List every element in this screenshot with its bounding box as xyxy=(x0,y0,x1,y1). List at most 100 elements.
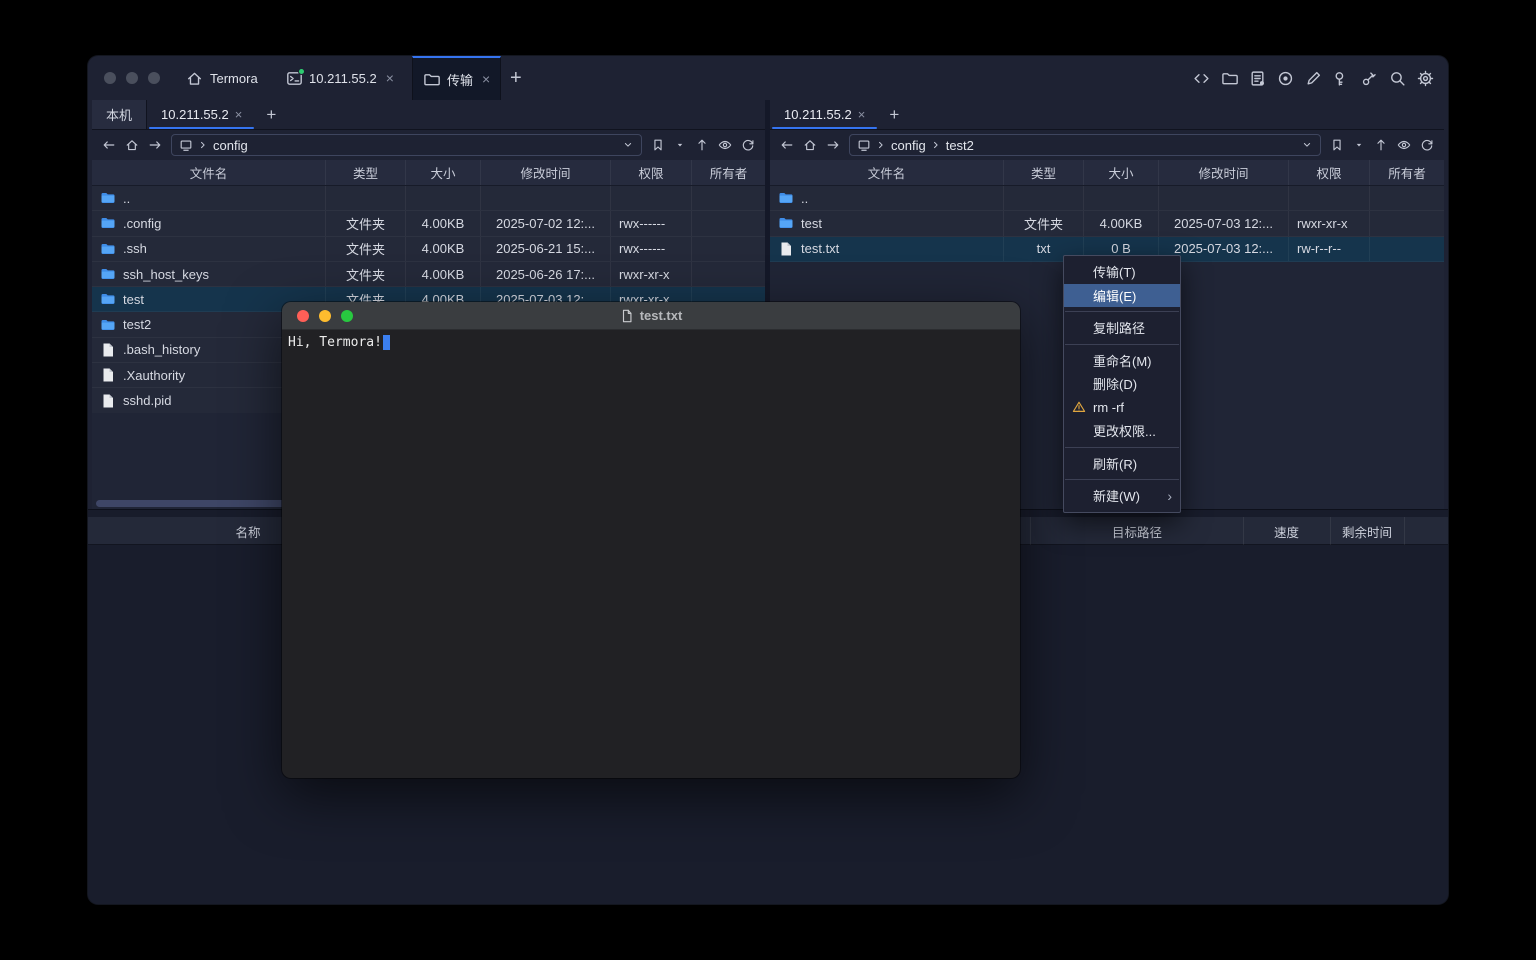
editor-titlebar[interactable]: test.txt xyxy=(282,302,1020,330)
tab-remote-host[interactable]: 10.211.55.2 × xyxy=(770,100,879,129)
file-row[interactable]: .. xyxy=(770,186,1444,211)
home-icon[interactable] xyxy=(125,138,139,152)
path-segment[interactable]: config xyxy=(213,138,248,153)
bookmark-icon[interactable] xyxy=(1330,138,1344,152)
upload-icon[interactable] xyxy=(1374,138,1388,152)
upload-icon[interactable] xyxy=(695,138,709,152)
search-icon[interactable] xyxy=(1389,70,1406,87)
close-icon[interactable]: × xyxy=(235,107,243,122)
folder-icon[interactable] xyxy=(1221,70,1238,87)
menu-item-refresh[interactable]: 刷新(R) xyxy=(1064,452,1180,476)
editor-close-button[interactable] xyxy=(297,310,309,322)
code-icon[interactable] xyxy=(1193,70,1210,87)
tab-local[interactable]: 本机 xyxy=(92,100,147,129)
file-row[interactable]: .. xyxy=(92,186,765,211)
file-icon xyxy=(100,342,116,358)
column-header[interactable]: 大小 xyxy=(1084,160,1159,185)
back-icon[interactable] xyxy=(780,138,794,152)
file-row[interactable]: ssh_host_keys 文件夹 4.00KB 2025-06-26 17:.… xyxy=(92,262,765,287)
menu-item-transfer[interactable]: 传输(T) xyxy=(1064,260,1180,284)
close-icon[interactable]: × xyxy=(482,71,490,87)
column-header[interactable]: 所有者 xyxy=(1370,160,1444,185)
path-segment[interactable]: config xyxy=(891,138,926,153)
column-header[interactable]: 剩余时间 xyxy=(1330,517,1404,545)
close-icon[interactable]: × xyxy=(386,70,394,86)
folder-icon xyxy=(778,215,794,231)
tab-ssh-session[interactable]: 10.211.55.2 × xyxy=(276,56,404,100)
terminal-icon xyxy=(286,70,302,86)
column-header[interactable]: 文件名 xyxy=(770,160,1004,185)
folder-icon xyxy=(100,291,116,307)
folder-icon xyxy=(100,241,116,257)
traffic-close-button[interactable] xyxy=(104,72,116,84)
column-header[interactable]: 所有者 xyxy=(692,160,765,185)
eye-icon[interactable] xyxy=(1397,138,1411,152)
settings-icon[interactable] xyxy=(1417,70,1434,87)
column-header[interactable]: 速度 xyxy=(1243,517,1330,545)
refresh-icon[interactable] xyxy=(1420,138,1434,152)
eye-icon[interactable] xyxy=(718,138,732,152)
column-header[interactable]: 权限 xyxy=(611,160,692,185)
refresh-icon[interactable] xyxy=(741,138,755,152)
caret-down-icon[interactable] xyxy=(674,139,686,151)
forward-icon[interactable] xyxy=(148,138,162,152)
new-panel-tab-button[interactable]: + xyxy=(879,100,909,129)
new-panel-tab-button[interactable]: + xyxy=(256,100,286,129)
column-header[interactable]: 目标路径 xyxy=(1042,517,1232,545)
menu-item-copy-path[interactable]: 复制路径 xyxy=(1064,316,1180,340)
file-row[interactable]: test 文件夹 4.00KB 2025-07-03 12:... rwxr-x… xyxy=(770,211,1444,236)
editor-zoom-button[interactable] xyxy=(341,310,353,322)
folder-icon xyxy=(100,266,116,282)
logs-icon[interactable] xyxy=(1249,70,1266,87)
traffic-zoom-button[interactable] xyxy=(148,72,160,84)
new-tab-button[interactable]: + xyxy=(510,56,522,100)
column-header[interactable]: 类型 xyxy=(326,160,406,185)
editor-window: test.txt Hi, Termora! xyxy=(282,302,1020,778)
file-table-header: 文件名 类型 大小 修改时间 权限 所有者 xyxy=(770,160,1444,186)
forward-icon[interactable] xyxy=(826,138,840,152)
file-icon xyxy=(778,241,794,257)
file-row[interactable]: .ssh 文件夹 4.00KB 2025-06-21 15:... rwx---… xyxy=(92,237,765,262)
bookmark-icon[interactable] xyxy=(651,138,665,152)
tab-termora-home[interactable]: Termora xyxy=(176,56,268,100)
column-header[interactable]: 文件名 xyxy=(92,160,326,185)
caret-down-icon[interactable] xyxy=(1353,139,1365,151)
menu-item-edit[interactable]: 编辑(E) xyxy=(1064,284,1180,308)
record-icon[interactable] xyxy=(1277,70,1294,87)
file-name: .ssh xyxy=(123,241,147,256)
chevron-down-icon[interactable] xyxy=(1301,139,1313,151)
menu-item-chmod[interactable]: 更改权限... xyxy=(1064,419,1180,443)
menu-item-delete[interactable]: 删除(D) xyxy=(1064,372,1180,396)
computer-icon xyxy=(857,138,871,152)
home-icon[interactable] xyxy=(803,138,817,152)
column-header[interactable]: 权限 xyxy=(1289,160,1370,185)
file-row[interactable]: .config 文件夹 4.00KB 2025-07-02 12:... rwx… xyxy=(92,211,765,236)
chevron-down-icon[interactable] xyxy=(622,139,634,151)
tab-remote-host[interactable]: 10.211.55.2 × xyxy=(147,100,256,129)
file-name: ssh_host_keys xyxy=(123,267,209,282)
chevron-right-icon xyxy=(875,139,887,151)
close-icon[interactable]: × xyxy=(858,107,866,122)
editor-content[interactable]: Hi, Termora! xyxy=(282,330,1020,355)
column-header[interactable]: 类型 xyxy=(1004,160,1084,185)
context-menu: 传输(T) 编辑(E) 复制路径 重命名(M) 删除(D) rm -rf 更改权… xyxy=(1063,255,1181,513)
path-bar[interactable]: config test2 xyxy=(849,134,1321,156)
menu-item-rm-rf[interactable]: rm -rf xyxy=(1064,396,1180,420)
key-icon[interactable] xyxy=(1333,70,1350,87)
traffic-minimize-button[interactable] xyxy=(126,72,138,84)
menu-item-new[interactable]: 新建(W)› xyxy=(1064,484,1180,508)
path-bar[interactable]: config xyxy=(171,134,642,156)
path-segment[interactable]: test2 xyxy=(946,138,974,153)
editor-minimize-button[interactable] xyxy=(319,310,331,322)
keychain-icon[interactable] xyxy=(1361,70,1378,87)
menu-separator xyxy=(1065,344,1179,345)
tab-label: 10.211.55.2 xyxy=(309,71,377,86)
column-header[interactable]: 修改时间 xyxy=(1159,160,1289,185)
column-header[interactable]: 修改时间 xyxy=(481,160,611,185)
edit-icon[interactable] xyxy=(1305,70,1322,87)
back-icon[interactable] xyxy=(102,138,116,152)
tab-transfer[interactable]: 传输 × xyxy=(412,56,501,100)
right-panel-toolbar: config test2 xyxy=(770,130,1444,160)
menu-item-rename[interactable]: 重命名(M) xyxy=(1064,349,1180,373)
column-header[interactable]: 大小 xyxy=(406,160,481,185)
